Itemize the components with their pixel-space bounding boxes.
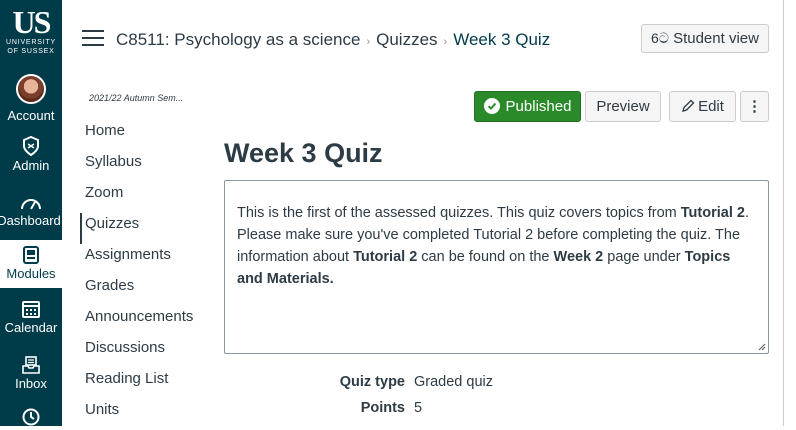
course-nav-discussions[interactable]: Discussions — [80, 337, 210, 368]
avatar — [16, 74, 46, 104]
nav-account[interactable]: Account — [0, 74, 62, 123]
logo-line-1: UNIVERSITY — [5, 39, 56, 46]
breadcrumb-quizzes[interactable]: Quizzes — [376, 30, 437, 49]
edit-button[interactable]: Edit — [669, 91, 736, 122]
nav-modules[interactable]: Modules — [0, 240, 62, 288]
course-nav-announcements[interactable]: Announcements — [80, 306, 210, 337]
description-bold: Week 2 — [553, 249, 604, 265]
detail-value: Graded quiz — [414, 374, 493, 390]
detail-row-quiz-type: Quiz type Graded quiz — [224, 374, 769, 400]
course-nav: Home Syllabus Zoom Quizzes Assignments G… — [80, 120, 210, 430]
course-nav-home[interactable]: Home — [80, 120, 210, 151]
inbox-icon — [22, 356, 40, 374]
scrollbar[interactable] — [783, 0, 796, 426]
description-text: can be found on the — [417, 249, 554, 265]
course-nav-syllabus[interactable]: Syllabus — [80, 151, 210, 182]
glasses-icon: 6ට — [651, 30, 669, 46]
more-options-button[interactable]: ⋮ — [740, 91, 769, 122]
nav-calendar-label: Calendar — [4, 320, 58, 335]
detail-row-points: Points 5 — [224, 400, 769, 426]
student-view-label: Student view — [673, 30, 759, 47]
breadcrumb-separator: › — [443, 36, 448, 48]
pencil-icon — [682, 99, 695, 112]
nav-inbox-label: Inbox — [15, 376, 47, 391]
breadcrumb-current[interactable]: Week 3 Quiz — [453, 30, 550, 49]
shield-icon — [23, 136, 39, 156]
nav-inbox[interactable]: Inbox — [0, 356, 62, 391]
quiz-description: This is the first of the assessed quizze… — [224, 180, 769, 354]
nav-calendar[interactable]: Calendar — [0, 300, 62, 335]
published-label: Published — [505, 98, 572, 115]
course-nav-reading-list[interactable]: Reading List — [80, 368, 210, 399]
nav-dashboard-label: Dashboard — [0, 213, 61, 228]
course-nav-assignments[interactable]: Assignments — [80, 244, 210, 275]
student-view-button[interactable]: 6ට Student view — [641, 24, 769, 53]
breadcrumb-separator: › — [366, 36, 371, 48]
course-nav-grades[interactable]: Grades — [80, 275, 210, 306]
description-bold: Tutorial 2 — [353, 249, 418, 265]
description-text: This is the first of the assessed quizze… — [237, 205, 681, 221]
description-text: page under — [603, 249, 685, 265]
detail-value: 5 — [414, 400, 423, 416]
logo-mark: US — [12, 4, 52, 40]
quiz-details: Quiz type Graded quiz Points 5 — [224, 374, 769, 426]
nav-account-label: Account — [7, 108, 55, 123]
modules-icon — [23, 246, 39, 264]
nav-modules-label: Modules — [6, 266, 56, 281]
nav-admin[interactable]: Admin — [0, 136, 62, 173]
nav-dashboard[interactable]: Dashboard — [0, 195, 62, 228]
course-nav-quizzes[interactable]: Quizzes — [80, 213, 210, 244]
detail-key: Quiz type — [339, 374, 405, 390]
calendar-icon — [22, 301, 40, 318]
description-link-tutorial: Tutorial 2 — [680, 205, 745, 221]
edit-label: Edit — [698, 98, 724, 115]
nav-history[interactable] — [0, 408, 62, 428]
university-logo[interactable]: US UNIVERSITY OF SUSSEX — [0, 6, 62, 56]
check-circle-icon — [483, 98, 500, 114]
menu-icon[interactable] — [82, 30, 104, 46]
nav-admin-label: Admin — [12, 158, 50, 173]
dashboard-icon — [21, 199, 41, 210]
breadcrumb-course[interactable]: C8511: Psychology as a science — [116, 30, 360, 49]
page-title: Week 3 Quiz — [224, 138, 383, 168]
course-nav-units[interactable]: Units — [80, 399, 210, 430]
global-nav-rail: US UNIVERSITY OF SUSSEX Account Admin Da… — [0, 0, 62, 426]
clock-icon — [22, 408, 40, 426]
logo-line-2: OF SUSSEX — [7, 48, 55, 55]
resize-handle-icon[interactable] — [758, 343, 766, 351]
breadcrumb: C8511: Psychology as a science › Quizzes › W… — [116, 30, 550, 50]
published-button[interactable]: Published — [474, 91, 581, 122]
detail-key: Points — [360, 400, 405, 416]
preview-button[interactable]: Preview — [585, 91, 661, 122]
course-nav-zoom[interactable]: Zoom — [80, 182, 210, 213]
term-label: 2021/22 Autumn Sem... — [89, 93, 184, 103]
